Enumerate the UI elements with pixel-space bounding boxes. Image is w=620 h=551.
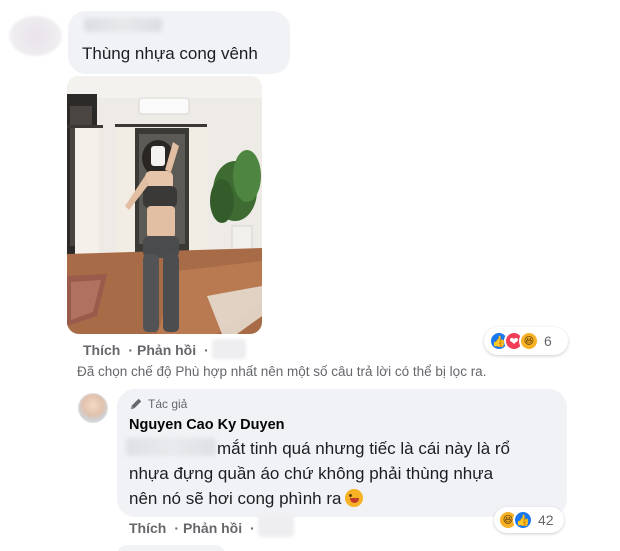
reaction-count: 6 <box>544 333 552 349</box>
commenter-name-blurred[interactable] <box>84 18 162 32</box>
reply-link[interactable]: Phản hồi <box>183 520 242 536</box>
reply-link[interactable]: Phản hồi <box>137 342 196 358</box>
reply-actions: Thích · Phản hồi · <box>129 520 259 536</box>
comment-photo[interactable] <box>67 76 262 334</box>
mentioned-name-blurred[interactable] <box>126 438 216 456</box>
avatar-blurred[interactable] <box>9 16 62 56</box>
reply-text-line-2: nhựa đựng quần áo chứ không phải thùng n… <box>129 464 494 483</box>
pen-icon <box>130 398 142 410</box>
filter-notice: Đã chọn chế độ Phù hợp nhất nên một số c… <box>77 364 487 379</box>
separator-dot: · <box>250 520 255 536</box>
author-badge: Tác giả <box>129 397 187 411</box>
comment-text: Thùng nhựa cong vênh <box>82 44 258 63</box>
next-comment-bubble <box>117 545 225 551</box>
author-name[interactable]: Nguyen Cao Ky Duyen <box>129 417 285 433</box>
separator-dot: · <box>174 520 180 536</box>
reply-text-line-3: nên nó sẽ hơi cong phình ra <box>129 489 364 509</box>
reply-text-line-3-text: nên nó sẽ hơi cong phình ra <box>129 489 342 508</box>
separator-dot: · <box>204 342 209 358</box>
separator-dot: · <box>128 342 134 358</box>
avatar[interactable] <box>78 393 108 423</box>
like-link[interactable]: Thích <box>83 342 120 358</box>
mirror-selfie-image <box>67 76 262 334</box>
timestamp-blurred[interactable] <box>258 515 294 537</box>
timestamp-blurred[interactable] <box>212 339 246 359</box>
reply-text-line-1: mắt tinh quá nhưng tiếc là cái này là rổ <box>217 439 510 458</box>
like-link[interactable]: Thích <box>129 520 166 536</box>
comment-actions: Thích · Phản hồi · <box>83 342 213 358</box>
like-icon: 👍 <box>513 510 533 530</box>
author-badge-label: Tác giả <box>148 397 188 411</box>
reaction-summary[interactable]: 👍 ❤ 😆 6 <box>489 329 552 353</box>
tongue-wink-emoji-icon <box>345 489 364 507</box>
reaction-summary[interactable]: 😆 👍 42 <box>498 510 554 530</box>
reaction-count: 42 <box>538 512 554 528</box>
haha-icon: 😆 <box>519 331 539 351</box>
